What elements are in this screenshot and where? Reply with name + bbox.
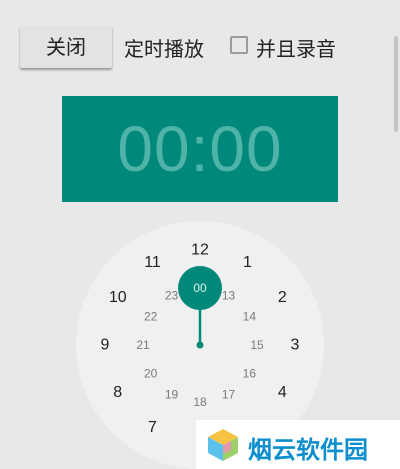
dial-hour-22[interactable]: 22 — [144, 310, 158, 324]
dial-selected-label[interactable]: 00 — [193, 281, 207, 295]
dial-hour-3[interactable]: 3 — [291, 337, 300, 354]
dial-hour-7[interactable]: 7 — [148, 419, 157, 436]
dial-hour-11[interactable]: 11 — [144, 254, 161, 271]
dial-hour-18[interactable]: 18 — [193, 395, 207, 409]
dial-hour-10[interactable]: 10 — [109, 289, 127, 306]
dial-hour-15[interactable]: 15 — [250, 338, 264, 352]
dial-hour-14[interactable]: 14 — [243, 310, 257, 324]
dial-hour-12[interactable]: 12 — [191, 242, 209, 259]
dial-hour-2[interactable]: 2 — [278, 289, 287, 306]
dial-hour-17[interactable]: 17 — [222, 387, 236, 401]
watermark-text: 烟云软件园 — [248, 436, 368, 464]
dial-center-dot — [196, 341, 204, 349]
dial-hour-9[interactable]: 9 — [101, 337, 110, 354]
cube-logo-icon — [208, 429, 238, 461]
dial-hour-19[interactable]: 19 — [165, 387, 179, 401]
dial-hour-21[interactable]: 21 — [136, 338, 150, 352]
dial-hour-8[interactable]: 8 — [113, 384, 122, 401]
clock-dial[interactable]: 121234567891011131415161718192021222300 — [0, 0, 400, 469]
dial-hour-23[interactable]: 23 — [165, 289, 179, 303]
dial-hour-4[interactable]: 4 — [278, 384, 287, 401]
dial-hour-20[interactable]: 20 — [144, 367, 158, 381]
dial-hour-1[interactable]: 1 — [243, 254, 252, 271]
dial-hour-16[interactable]: 16 — [243, 367, 257, 381]
dial-hour-13[interactable]: 13 — [222, 289, 236, 303]
watermark: 烟云软件园 — [196, 420, 400, 469]
